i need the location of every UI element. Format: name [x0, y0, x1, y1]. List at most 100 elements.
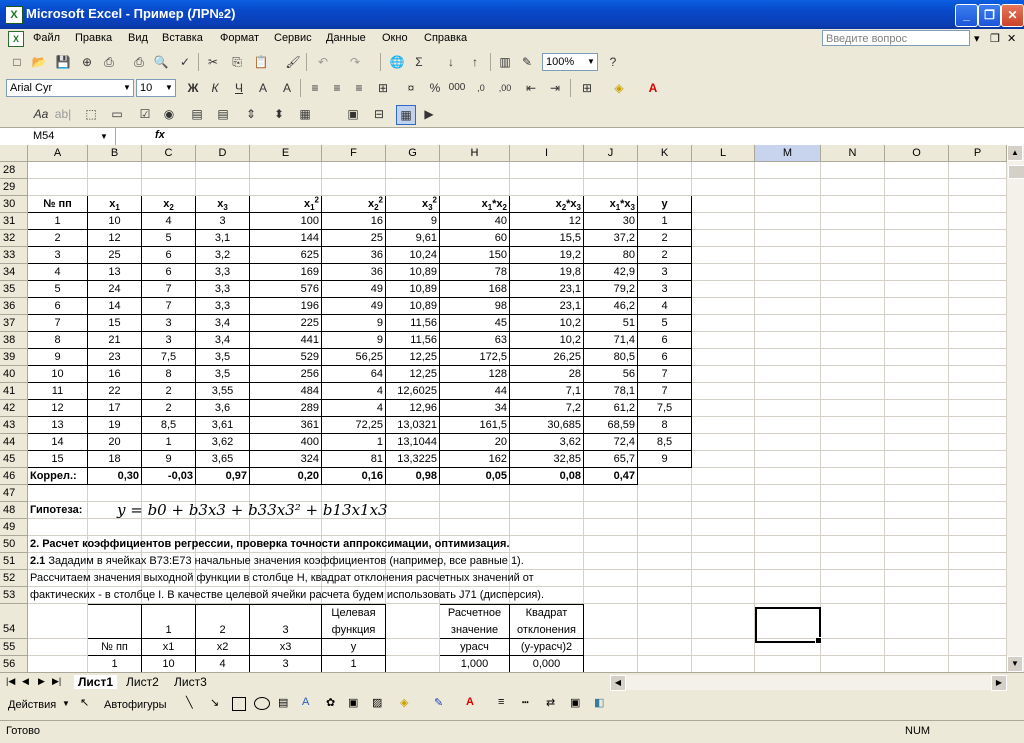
table-cell[interactable]: 12 — [28, 400, 88, 417]
row-header[interactable]: 56 — [0, 656, 28, 672]
table-cell[interactable]: 3,5 — [196, 349, 250, 366]
table-cell[interactable]: 60 — [440, 230, 510, 247]
row-header[interactable]: 39 — [0, 349, 28, 366]
paste-icon[interactable]: 📋 — [252, 53, 270, 71]
new-icon[interactable]: □ — [8, 53, 26, 71]
table-cell[interactable]: 4 — [322, 400, 386, 417]
horizontal-scrollbar[interactable]: ◀ ▶ — [610, 675, 1007, 691]
row-header[interactable]: 47 — [0, 485, 28, 502]
table-cell[interactable]: 196 — [250, 298, 322, 315]
grid-cell[interactable] — [692, 400, 755, 417]
row-header[interactable]: 53 — [0, 587, 28, 604]
correl-cell[interactable]: 0,08 — [510, 468, 584, 485]
grid-cell[interactable] — [638, 162, 692, 179]
grid-cell[interactable] — [821, 230, 885, 247]
grid-cell[interactable] — [692, 553, 755, 570]
grid-icon[interactable]: ▦ — [396, 105, 416, 125]
thousands-icon[interactable]: 000 — [448, 79, 466, 97]
line-style-icon[interactable]: ≡ — [498, 696, 504, 708]
table-cell[interactable]: 68,59 — [584, 417, 638, 434]
table-cell[interactable]: 12,96 — [386, 400, 440, 417]
table-cell[interactable]: 13,3225 — [386, 451, 440, 468]
table-cell[interactable]: 169 — [250, 264, 322, 281]
line-icon[interactable]: ╲ — [186, 696, 193, 709]
table-cell[interactable]: 2 — [142, 400, 196, 417]
table-cell[interactable]: 28 — [510, 366, 584, 383]
grid-cell[interactable] — [885, 570, 949, 587]
table-cell[interactable]: 56,25 — [322, 349, 386, 366]
table-cell[interactable]: 78,1 — [584, 383, 638, 400]
actions-menu[interactable]: Действия — [8, 699, 56, 711]
grid-cell[interactable] — [584, 179, 638, 196]
grid-cell[interactable] — [28, 179, 88, 196]
table-cell[interactable]: 3,61 — [196, 417, 250, 434]
grid-cell[interactable] — [755, 213, 821, 230]
table-cell[interactable]: 7 — [28, 315, 88, 332]
table-header-cell[interactable]: x2*x3 — [510, 196, 584, 213]
minimize-button[interactable]: _ — [955, 4, 978, 27]
table-cell[interactable]: 9 — [638, 451, 692, 468]
grid-cell[interactable] — [885, 281, 949, 298]
grid-cell[interactable] — [692, 485, 755, 502]
grid-cell[interactable] — [885, 417, 949, 434]
grid-cell[interactable] — [692, 536, 755, 553]
grid-cell[interactable] — [692, 502, 755, 519]
spelling-icon[interactable]: ✓ — [176, 53, 194, 71]
grid-cell[interactable] — [755, 468, 821, 485]
table-cell[interactable]: 11,56 — [386, 315, 440, 332]
scroll-left-icon[interactable]: ◀ — [610, 675, 626, 691]
chart-wizard-icon[interactable]: ▥ — [496, 53, 514, 71]
table-cell[interactable]: 168 — [440, 281, 510, 298]
active-cell[interactable] — [755, 607, 822, 644]
table-cell[interactable]: 3,6 — [196, 400, 250, 417]
grid-cell[interactable] — [949, 332, 1007, 349]
decrease-decimal-icon[interactable]: ,00 — [496, 79, 514, 97]
row-header[interactable]: 37 — [0, 315, 28, 332]
table-header-cell[interactable]: x1*x2 — [440, 196, 510, 213]
grid-cell[interactable] — [821, 349, 885, 366]
grid-cell[interactable] — [821, 281, 885, 298]
table-cell[interactable]: 23,1 — [510, 298, 584, 315]
table-header-cell[interactable]: № пп — [28, 196, 88, 213]
column-header[interactable]: B — [88, 145, 142, 162]
row-header[interactable]: 48 — [0, 502, 28, 519]
grid-cell[interactable] — [386, 639, 440, 656]
grid-cell[interactable] — [28, 604, 88, 639]
grid-cell[interactable] — [821, 383, 885, 400]
grid-cell[interactable] — [755, 349, 821, 366]
grid-cell[interactable] — [692, 298, 755, 315]
table-cell[interactable]: 15 — [88, 315, 142, 332]
table-cell[interactable]: 162 — [440, 451, 510, 468]
grid-cell[interactable] — [88, 162, 142, 179]
help-icon[interactable]: ? — [604, 53, 622, 71]
table-cell[interactable]: 3,2 — [196, 247, 250, 264]
autosum-icon[interactable]: Σ — [410, 53, 428, 71]
grid-cell[interactable] — [949, 536, 1007, 553]
table-cell[interactable]: 10,89 — [386, 281, 440, 298]
section-title[interactable]: 2. Расчет коэффициентов регрессии, прове… — [28, 536, 648, 553]
grid-cell[interactable] — [692, 281, 755, 298]
grid-cell[interactable] — [885, 553, 949, 570]
grid-cell[interactable] — [440, 502, 510, 519]
table-cell[interactable]: 3 — [142, 332, 196, 349]
autoshapes-menu[interactable]: Автофигуры — [104, 699, 167, 711]
grid-cell[interactable] — [142, 485, 196, 502]
table-cell[interactable]: 23 — [88, 349, 142, 366]
shadow-icon[interactable]: ▣ — [570, 696, 580, 709]
grid-cell[interactable] — [821, 485, 885, 502]
table2-subheader-cell[interactable]: (у-урасч)2 — [510, 639, 584, 656]
table-cell[interactable]: 49 — [322, 281, 386, 298]
menu-format[interactable]: Формат — [220, 32, 259, 44]
table2-header-cell[interactable]: 2 — [196, 604, 250, 639]
table2-subheader-cell[interactable]: x1 — [142, 639, 196, 656]
table2-header-cell[interactable]: Расчетное значение — [440, 604, 510, 639]
row-header[interactable]: 42 — [0, 400, 28, 417]
table-cell[interactable]: 56 — [584, 366, 638, 383]
row-header[interactable]: 29 — [0, 179, 28, 196]
table-cell[interactable]: 80 — [584, 247, 638, 264]
table-cell[interactable]: 484 — [250, 383, 322, 400]
button-icon[interactable]: ▭ — [108, 105, 126, 123]
grid-cell[interactable] — [755, 400, 821, 417]
menu-insert[interactable]: Вставка — [162, 32, 203, 44]
table-cell[interactable]: 625 — [250, 247, 322, 264]
